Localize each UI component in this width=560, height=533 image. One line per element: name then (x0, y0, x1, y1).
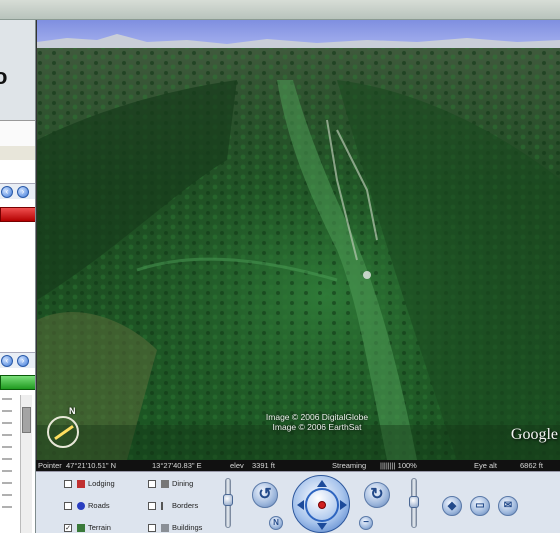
dining-icon (161, 480, 169, 488)
zoom-slider-knob[interactable] (409, 496, 419, 508)
eye-alt-value: 6862 ft (520, 461, 543, 470)
buildings-icon (161, 524, 169, 532)
pointer-longitude: 13°27'40.83" E (152, 461, 202, 470)
sidebar-next-button[interactable]: › (17, 186, 29, 198)
eye-alt-label: Eye alt (474, 461, 497, 470)
email-button[interactable]: ✉ (498, 496, 518, 516)
layer-lodging-checkbox[interactable] (64, 480, 72, 488)
dpad-center[interactable] (318, 501, 326, 509)
sidebar-search-results-list[interactable] (0, 222, 35, 350)
imagery-credits: Image © 2006 DigitalGlobe Image © 2006 E… (247, 412, 387, 432)
navigation-dpad[interactable] (292, 475, 350, 533)
sidebar-places-items (2, 398, 16, 528)
lodging-icon (77, 480, 85, 488)
rotate-right-button[interactable]: ↻ (364, 482, 390, 508)
sidebar-prev-button[interactable]: ‹ (1, 186, 13, 198)
sidebar: o ‹ › ‹ › (0, 20, 36, 533)
sidebar-scrollbar-thumb[interactable] (22, 407, 31, 433)
compass[interactable]: N (47, 406, 79, 448)
sidebar-nav-row-2: ‹ › (0, 352, 35, 368)
sidebar-nav-row-1: ‹ › (0, 183, 35, 199)
layer-roads-checkbox[interactable] (64, 502, 72, 510)
sidebar-divider-band (0, 146, 35, 160)
pan-left-arrow[interactable] (297, 500, 304, 510)
layer-terrain-label: Terrain (88, 523, 111, 532)
zoom-out-small-button[interactable]: − (359, 516, 373, 530)
elevation-label: elev (230, 461, 244, 470)
terrain-render (37, 20, 560, 460)
sidebar-places-header[interactable] (0, 375, 35, 390)
streaming-value: |||||||| 100% (380, 461, 417, 470)
sidebar-search-panel: o (0, 20, 35, 120)
layer-dining-checkbox[interactable] (148, 480, 156, 488)
tilt-slider-knob[interactable] (223, 494, 233, 506)
sidebar-search-results-header[interactable] (0, 207, 35, 222)
layer-borders-label: Borders (172, 501, 199, 510)
village (363, 271, 371, 279)
layer-buildings-checkbox[interactable] (148, 524, 156, 532)
layers-panel: Lodging Dining Roads Borders ✓ Terrain B… (40, 475, 220, 533)
print-button[interactable]: ▭ (470, 496, 490, 516)
pan-down-arrow[interactable] (317, 523, 327, 530)
google-logo: Google (510, 426, 558, 443)
sidebar-scrollbar[interactable] (20, 395, 32, 533)
pointer-label: Pointer (38, 461, 62, 470)
borders-icon (161, 502, 169, 510)
pointer-latitude: 47°21'10.51" N (66, 461, 117, 470)
credit-line-2: Image © 2006 EarthSat (272, 422, 362, 432)
layer-dining-label: Dining (172, 479, 194, 488)
pan-right-arrow[interactable] (340, 500, 347, 510)
control-panel: Lodging Dining Roads Borders ✓ Terrain B… (36, 471, 560, 533)
sidebar-places-prev-button[interactable]: ‹ (1, 355, 13, 367)
roads-icon (77, 502, 85, 510)
layer-buildings-label: Buildings (172, 523, 203, 532)
sidebar-input-area[interactable] (0, 120, 35, 146)
layer-lodging-label: Lodging (88, 479, 115, 488)
google-earth-window: o ‹ › ‹ › (0, 0, 560, 533)
streaming-label: Streaming (332, 461, 367, 470)
sidebar-logo-fragment: o (0, 64, 7, 90)
compass-north-label: N (69, 406, 76, 416)
layer-borders-checkbox[interactable] (148, 502, 156, 510)
reset-north-button[interactable]: N (269, 516, 283, 530)
rotate-left-button[interactable]: ↺ (252, 482, 278, 508)
pan-up-arrow[interactable] (317, 480, 327, 487)
layer-terrain-checkbox[interactable]: ✓ (64, 524, 72, 532)
status-bar: Pointer 47°21'10.51" N 13°27'40.83" E el… (36, 460, 560, 471)
layer-roads-label: Roads (88, 501, 110, 510)
credit-line-1: Image © 2006 DigitalGlobe (265, 412, 369, 422)
window-top-strip (0, 0, 560, 20)
compass-needle (54, 424, 74, 441)
placemark-button[interactable]: ◆ (442, 496, 462, 516)
map-view[interactable]: N Image © 2006 DigitalGlobe Image © 2006… (36, 20, 560, 460)
elevation-value: 3391 ft (252, 461, 275, 470)
sidebar-places-next-button[interactable]: › (17, 355, 29, 367)
terrain-icon (77, 524, 85, 532)
